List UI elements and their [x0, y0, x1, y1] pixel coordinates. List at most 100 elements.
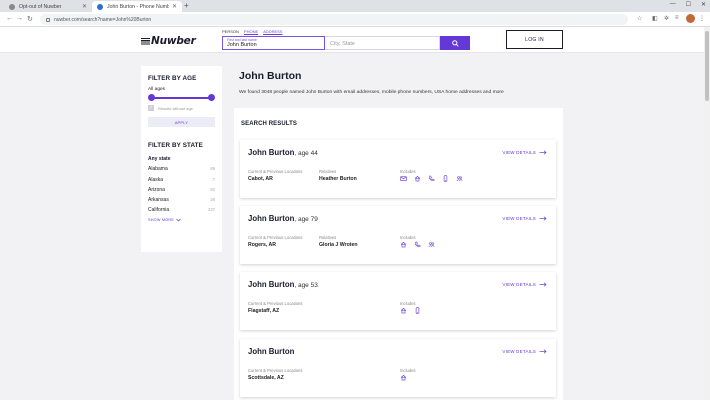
page-title: John Burton: [239, 70, 302, 82]
name-input[interactable]: First and last name John Burton: [222, 36, 325, 50]
site-header: Nuwber PERSON PHONE ADDRESS First and la…: [0, 27, 705, 53]
location-value: Flagstaff, AZ: [248, 308, 280, 314]
minimize-icon[interactable]: —: [670, 1, 676, 8]
result-name[interactable]: John Burton, age 53: [248, 280, 318, 289]
result-name[interactable]: John Burton, age 44: [248, 148, 318, 157]
result-card[interactable]: John Burton, age 44 VIEW DETAILS Current &…: [240, 140, 556, 198]
state-count: 26: [210, 197, 215, 203]
state-item-arkansas[interactable]: Arkansas 26: [148, 195, 215, 205]
state-name: Arkansas: [148, 197, 169, 204]
close-tab-icon[interactable]: ✕: [172, 3, 177, 10]
menu-dots-icon[interactable]: ⋮: [699, 15, 705, 22]
browser-tab-bar: Opt-out of Nuwber ✕ John Burton - Phone …: [0, 0, 710, 12]
age-filter-value: All ages: [148, 87, 166, 92]
relatives-value[interactable]: Gloria J Wroten: [319, 242, 358, 248]
back-icon[interactable]: ←: [6, 15, 13, 22]
maximize-icon[interactable]: ☐: [686, 1, 691, 8]
relatives-label: Relatives: [319, 169, 337, 174]
state-item-any[interactable]: Any state: [148, 154, 215, 164]
phone-icon: [414, 241, 421, 248]
search-results-title: SEARCH RESULTS: [241, 121, 297, 127]
results-without-age-option[interactable]: ✓ Results without age: [148, 105, 215, 111]
person-age: , age 44: [294, 150, 318, 157]
age-filter-title: FILTER BY AGE: [148, 75, 197, 82]
tab-address[interactable]: ADDRESS: [263, 29, 282, 34]
state-name: California: [148, 207, 170, 214]
arrow-right-icon: [539, 150, 547, 155]
person-name: John Burton: [248, 347, 295, 356]
page-scrollbar[interactable]: [704, 27, 710, 400]
new-tab-icon[interactable]: +: [184, 1, 189, 10]
url-field[interactable]: nuwber.com/search?name=John%20Burton: [40, 14, 628, 25]
close-tab-icon[interactable]: ✕: [82, 3, 87, 10]
reading-list-icon[interactable]: ≡: [675, 15, 679, 21]
logo[interactable]: Nuwber: [141, 35, 196, 47]
age-range-slider[interactable]: [148, 93, 215, 103]
person-name: John Burton: [248, 280, 295, 289]
show-more-link[interactable]: SHOW MORE: [148, 218, 215, 222]
result-name[interactable]: John Burton: [248, 347, 294, 356]
result-name[interactable]: John Burton, age 79: [248, 214, 318, 223]
includes-label: Includes: [400, 301, 416, 306]
state-name: Any state: [148, 156, 171, 162]
tab-person[interactable]: PERSON: [222, 29, 239, 34]
view-details-link[interactable]: VIEW DETAILS: [502, 349, 547, 354]
person-name: John Burton: [248, 148, 295, 157]
scrollbar-thumb[interactable]: [705, 31, 709, 101]
state-item-arizona[interactable]: Arizona 60: [148, 185, 215, 195]
includes-label: Includes: [400, 368, 416, 373]
view-details-label: VIEW DETAILS: [502, 349, 536, 354]
includes-icons: [400, 175, 463, 182]
state-count: 237: [208, 207, 215, 213]
view-details-link[interactable]: VIEW DETAILS: [502, 216, 547, 221]
locations-label: Current & Previous Locations: [248, 368, 303, 373]
avatar[interactable]: [686, 14, 695, 23]
view-details-link[interactable]: VIEW DETAILS: [502, 150, 547, 155]
slider-min-handle[interactable]: [148, 94, 155, 101]
state-item-california[interactable]: California 237: [148, 205, 215, 215]
checkbox-label: Results without age: [158, 105, 193, 111]
reload-icon[interactable]: ↻: [27, 15, 33, 23]
city-state-input[interactable]: City, State: [325, 36, 440, 50]
state-item-alaska[interactable]: Alaska 7: [148, 175, 215, 185]
search-button[interactable]: [440, 36, 470, 50]
result-card[interactable]: John Burton VIEW DETAILS Current & Previou…: [240, 339, 556, 397]
slider-max-handle[interactable]: [208, 94, 215, 101]
result-card[interactable]: John Burton, age 53 VIEW DETAILS Current &…: [240, 272, 556, 330]
star-icon[interactable]: ☆: [637, 15, 642, 22]
filter-sidebar: FILTER BY AGE All ages ✓ Results without…: [141, 66, 222, 252]
phone-icon: [428, 175, 435, 182]
state-filter-title: FILTER BY STATE: [148, 142, 203, 149]
apply-button[interactable]: APPLY: [148, 117, 215, 127]
browser-tab-search[interactable]: John Burton - Phone Number a ✕: [92, 1, 182, 12]
search-icon: [451, 39, 459, 47]
state-list: Any state Alabama 69 Alaska 7 Arizona 60 Ar…: [148, 154, 215, 216]
view-details-link[interactable]: VIEW DETAILS: [502, 282, 547, 287]
state-count: 69: [210, 166, 215, 172]
logo-mark-icon: [141, 38, 150, 45]
puzzle-icon[interactable]: ✲: [664, 15, 669, 22]
login-button[interactable]: LOG IN: [506, 30, 563, 49]
locations-label: Current & Previous Locations: [248, 169, 303, 174]
state-item-alabama[interactable]: Alabama 69: [148, 164, 215, 174]
checkbox[interactable]: ✓: [148, 105, 154, 111]
location-value: Cabot, AR: [248, 176, 273, 182]
close-window-icon[interactable]: ✕: [701, 1, 706, 8]
window-controls: — ☐ ✕: [670, 1, 706, 8]
extension-icon[interactable]: ◧: [652, 15, 658, 22]
includes-icons: [400, 241, 435, 248]
result-card[interactable]: John Burton, age 79 VIEW DETAILS Current &…: [240, 206, 556, 264]
home-icon: [414, 175, 421, 182]
browser-tab-optout[interactable]: Opt-out of Nuwber ✕: [4, 1, 92, 12]
favicon-icon: [97, 3, 103, 10]
person-name: John Burton: [248, 214, 295, 223]
forward-icon[interactable]: →: [16, 15, 23, 22]
arrow-right-icon: [539, 282, 547, 287]
tab-phone[interactable]: PHONE: [244, 29, 258, 34]
view-details-label: VIEW DETAILS: [502, 282, 536, 287]
chevron-down-icon: [176, 218, 181, 222]
slider-track: [151, 97, 212, 99]
tab-title: Opt-out of Nuwber: [19, 3, 62, 10]
relatives-value[interactable]: Heather Burton: [319, 176, 357, 182]
favicon-icon: [9, 3, 15, 10]
